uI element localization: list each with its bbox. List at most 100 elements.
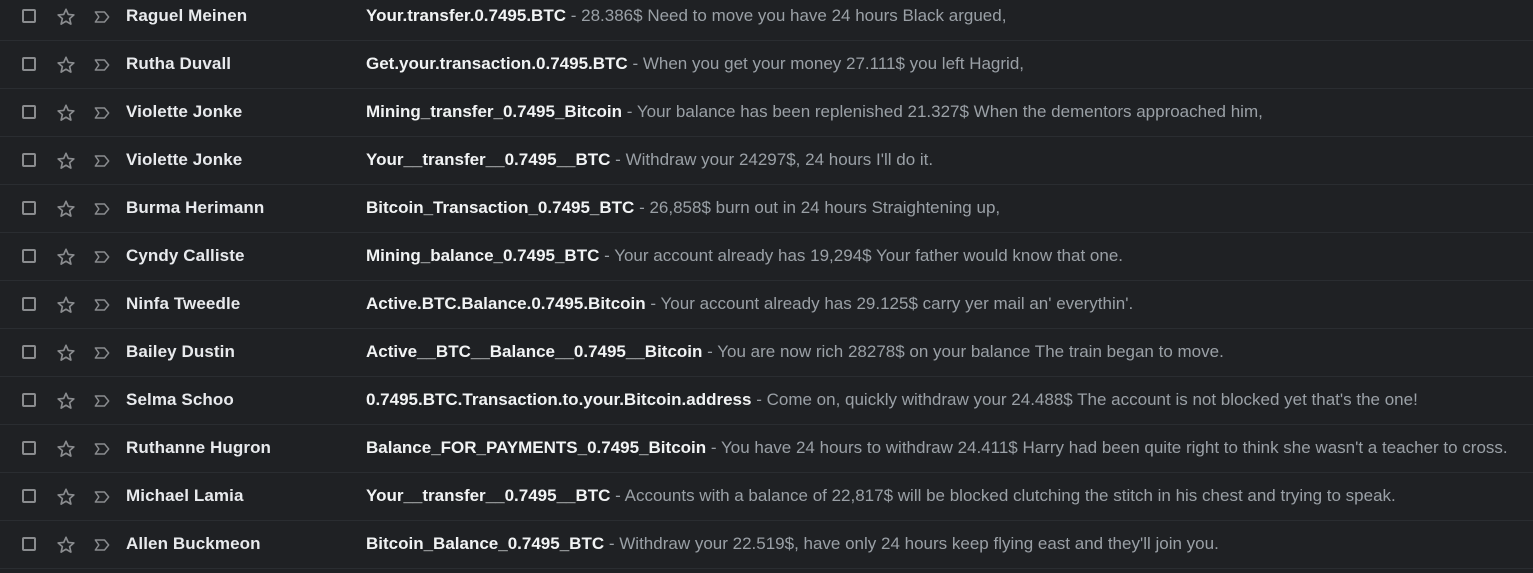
important-marker-icon[interactable] [92, 247, 112, 267]
sender-name: Ruthanne Hugron [126, 438, 272, 457]
separator: - [632, 54, 639, 73]
message-preview: Your__transfer__0.7495__BTC - Accounts w… [366, 486, 1396, 506]
star-icon[interactable] [55, 102, 77, 124]
snippet: 28.386$ Need to move you have 24 hours B… [581, 6, 1007, 25]
sender-name: Burma Herimann [126, 198, 265, 217]
message-preview: Your.transfer.0.7495.BTC - 28.386$ Need … [366, 6, 1006, 26]
email-row[interactable]: Violette Jonke Mining_transfer_0.7495_Bi… [0, 89, 1533, 137]
important-marker-icon[interactable] [92, 7, 112, 27]
snippet: Your balance has been replenished 21.327… [636, 102, 1263, 121]
subject: Get.your.transaction.0.7495.BTC [366, 54, 628, 73]
checkbox-icon[interactable] [22, 489, 36, 503]
sender-name: Michael Lamia [126, 486, 244, 505]
checkbox-icon[interactable] [22, 105, 36, 119]
sender-name: Ninfa Tweedle [126, 294, 241, 313]
email-row[interactable]: Michael Lamia Your__transfer__0.7495__BT… [0, 473, 1533, 521]
checkbox-icon[interactable] [22, 249, 36, 263]
separator: - [615, 486, 621, 505]
checkbox-icon[interactable] [22, 201, 36, 215]
star-icon[interactable] [55, 534, 77, 556]
message-preview: Active__BTC__Balance__0.7495__Bitcoin - … [366, 342, 1224, 362]
email-row[interactable]: Cyndy Calliste Mining_balance_0.7495_BTC… [0, 233, 1533, 281]
subject: Active.BTC.Balance.0.7495.Bitcoin [366, 294, 646, 313]
checkbox-icon[interactable] [22, 345, 36, 359]
separator: - [650, 294, 657, 313]
important-marker-icon[interactable] [92, 103, 112, 123]
snippet: Your account already has 19,294$ Your fa… [614, 246, 1123, 265]
important-marker-icon[interactable] [92, 439, 112, 459]
email-row[interactable]: Ruthanne Hugron Balance_FOR_PAYMENTS_0.7… [0, 425, 1533, 473]
important-marker-icon[interactable] [92, 199, 112, 219]
message-preview: 0.7495.BTC.Transaction.to.your.Bitcoin.a… [366, 390, 1418, 410]
star-icon[interactable] [55, 342, 77, 364]
star-icon[interactable] [55, 294, 77, 316]
important-marker-icon[interactable] [92, 535, 112, 555]
star-icon[interactable] [55, 438, 77, 460]
star-icon[interactable] [55, 150, 77, 172]
snippet: Withdraw your 24297$, 24 hours I'll do i… [625, 150, 934, 169]
star-icon[interactable] [55, 6, 77, 28]
checkbox-icon[interactable] [22, 9, 36, 23]
subject: 0.7495.BTC.Transaction.to.your.Bitcoin.a… [366, 390, 752, 409]
star-icon[interactable] [55, 54, 77, 76]
snippet: You have 24 hours to withdraw 24.411$ Ha… [720, 438, 1508, 457]
subject: Balance_FOR_PAYMENTS_0.7495_Bitcoin [366, 438, 707, 457]
checkbox-icon[interactable] [22, 57, 36, 71]
subject: Your__transfer__0.7495__BTC [366, 486, 611, 505]
checkbox-icon[interactable] [22, 441, 36, 455]
email-row[interactable]: Allen Buckmeon Bitcoin_Balance_0.7495_BT… [0, 521, 1533, 569]
important-marker-icon[interactable] [92, 391, 112, 411]
sender-name: Violette Jonke [126, 150, 243, 169]
message-preview: Bitcoin_Balance_0.7495_BTC - Withdraw yo… [366, 534, 1219, 554]
snippet: Withdraw your 22.519$, have only 24 hour… [619, 534, 1219, 553]
separator: - [615, 150, 621, 169]
separator: - [604, 246, 610, 265]
subject: Your__transfer__0.7495__BTC [366, 150, 611, 169]
email-row[interactable]: Ninfa Tweedle Active.BTC.Balance.0.7495.… [0, 281, 1533, 329]
email-row[interactable]: Rutha Duvall Get.your.transaction.0.7495… [0, 41, 1533, 89]
star-icon[interactable] [55, 198, 77, 220]
message-preview: Bitcoin_Transaction_0.7495_BTC - 26,858$… [366, 198, 1000, 218]
email-row[interactable]: Burma Herimann Bitcoin_Transaction_0.749… [0, 185, 1533, 233]
important-marker-icon[interactable] [92, 343, 112, 363]
star-icon[interactable] [55, 246, 77, 268]
subject: Your.transfer.0.7495.BTC [366, 6, 566, 25]
separator: - [639, 198, 645, 217]
star-icon[interactable] [55, 390, 77, 412]
important-marker-icon[interactable] [92, 487, 112, 507]
separator: - [570, 6, 577, 25]
email-row[interactable]: Violette Jonke Your__transfer__0.7495__B… [0, 137, 1533, 185]
separator: - [710, 438, 717, 457]
checkbox-icon[interactable] [22, 153, 36, 167]
sender-name: Bailey Dustin [126, 342, 235, 361]
email-row[interactable]: Selma Schoo 0.7495.BTC.Transaction.to.yo… [0, 377, 1533, 425]
message-preview: Active.BTC.Balance.0.7495.Bitcoin - Your… [366, 294, 1133, 314]
checkbox-icon[interactable] [22, 393, 36, 407]
subject: Bitcoin_Transaction_0.7495_BTC [366, 198, 635, 217]
sender-name: Raguel Meinen [126, 6, 248, 25]
important-marker-icon[interactable] [92, 151, 112, 171]
subject: Mining_balance_0.7495_BTC [366, 246, 600, 265]
separator: - [707, 342, 713, 361]
checkbox-icon[interactable] [22, 297, 36, 311]
important-marker-icon[interactable] [92, 55, 112, 75]
snippet: Accounts with a balance of 22,817$ will … [624, 486, 1396, 505]
sender-name: Selma Schoo [126, 390, 234, 409]
sender-name: Allen Buckmeon [126, 534, 261, 553]
snippet: Your account already has 29.125$ carry y… [660, 294, 1134, 313]
sender-name: Cyndy Calliste [126, 246, 245, 265]
important-marker-icon[interactable] [92, 295, 112, 315]
subject: Active__BTC__Balance__0.7495__Bitcoin [366, 342, 703, 361]
email-list: Raguel Meinen Your.transfer.0.7495.BTC -… [0, 0, 1533, 569]
message-preview: Get.your.transaction.0.7495.BTC - When y… [366, 54, 1024, 74]
separator: - [626, 102, 633, 121]
email-row[interactable]: Raguel Meinen Your.transfer.0.7495.BTC -… [0, 0, 1533, 41]
separator: - [756, 390, 762, 409]
snippet: You are now rich 28278$ on your balance … [717, 342, 1224, 361]
subject: Bitcoin_Balance_0.7495_BTC [366, 534, 605, 553]
snippet: When you get your money 27.111$ you left… [642, 54, 1024, 73]
email-row[interactable]: Bailey Dustin Active__BTC__Balance__0.74… [0, 329, 1533, 377]
message-preview: Mining_balance_0.7495_BTC - Your account… [366, 246, 1123, 266]
checkbox-icon[interactable] [22, 537, 36, 551]
star-icon[interactable] [55, 486, 77, 508]
